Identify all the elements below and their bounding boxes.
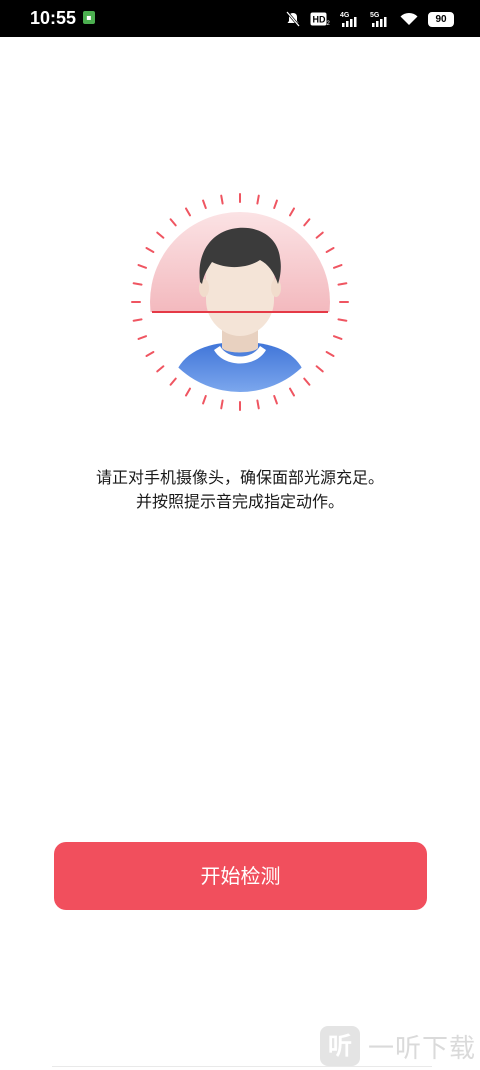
watermark-logo: 听 [320,1026,360,1066]
watermark-text: 一听下载 [368,1033,477,1064]
ring-tick [156,231,165,239]
svg-text:HD: HD [313,15,326,25]
ring-tick [169,218,177,227]
ring-tick [132,282,143,286]
face-scan-icon [131,193,349,411]
ring-tick [256,194,260,205]
battery-indicator: 90 [428,11,454,27]
ring-tick [289,387,295,397]
ring-tick [332,264,343,269]
ring-tick [273,394,278,405]
ring-tick [315,365,324,373]
ring-tick [145,247,155,253]
bottom-divider [52,1066,432,1067]
4g-signal-icon: 4G [340,12,357,27]
ring-tick [337,282,348,286]
ring-tick [256,399,260,410]
ring-tick [337,318,348,322]
app-notification-icon: ▪ [83,11,95,24]
svg-text:4G: 4G [340,12,350,19]
ring-tick [169,377,177,386]
ring-tick [202,394,207,405]
ring-tick [315,231,324,239]
ring-tick [289,207,295,217]
status-icons: HD 2 4G 5G 90 [286,9,454,29]
ring-tick [332,335,343,340]
ring-tick [325,247,335,253]
instructions: 请正对手机摄像头，确保面部光源充足。 并按照提示音完成指定动作。 [0,466,480,514]
ring-tick [220,194,224,205]
status-time: 10:55 [30,8,77,28]
ring-tick [202,199,207,210]
ring-tick [185,387,191,397]
hd-icon: HD 2 [310,12,330,26]
ring-tick [325,351,335,357]
ring-tick [220,399,224,410]
instruction-line-2: 并按照提示音完成指定动作。 [135,492,344,511]
ring-tick [273,199,278,210]
mute-icon [286,11,300,27]
instruction-line-1: 请正对手机摄像头，确保面部光源充足。 [95,468,384,487]
5g-signal-icon: 5G [370,12,387,27]
ring-tick [132,318,143,322]
status-bar: 10:55 ▪ HD 2 4G 5G 90 [0,0,480,37]
start-detection-button[interactable]: 开始检测 [54,842,427,910]
ring-tick [303,218,311,227]
ring-tick [156,365,165,373]
ring-tick [185,207,191,217]
watermark: 听 一听下载 [320,1026,476,1066]
svg-text:2: 2 [327,21,331,26]
wifi-icon [400,12,418,25]
ring-tick [303,377,311,386]
ring-tick [137,335,148,340]
ring-tick [145,351,155,357]
svg-text:5G: 5G [370,12,380,19]
ring-tick [137,264,148,269]
